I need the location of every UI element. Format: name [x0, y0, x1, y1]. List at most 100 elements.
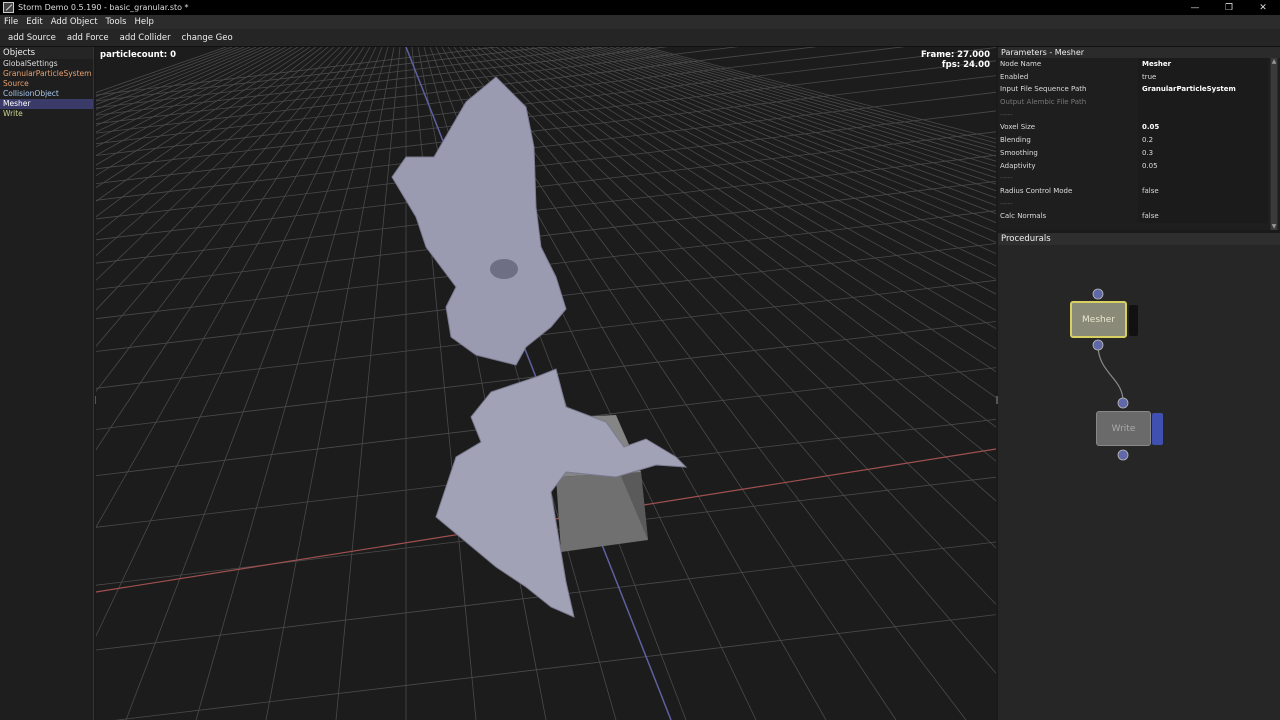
parameter-row: Node Name Mesher [998, 58, 1280, 71]
grid-line [96, 154, 996, 264]
parameter-name: ----- [998, 197, 1138, 211]
object-item-granularparticlesystem[interactable]: GranularParticleSystem [0, 69, 93, 79]
grid-line [96, 47, 251, 110]
parameter-name: Radius Control Mode [998, 184, 1138, 198]
parameter-value[interactable]: false [1138, 210, 1268, 223]
grid-line [96, 47, 341, 281]
grid-line [513, 47, 996, 330]
grid-line [265, 47, 395, 720]
restore-button[interactable]: ❐ [1212, 0, 1246, 15]
parameter-value[interactable]: false [1138, 184, 1268, 198]
parameter-value[interactable]: 0.05 [1138, 159, 1268, 173]
parameter-name: ----- [998, 172, 1138, 185]
parameter-row: ----- [998, 197, 1280, 211]
frame-readout: Frame: 27.000 [921, 50, 990, 60]
grid-line [96, 47, 739, 125]
write-input-port[interactable] [1117, 397, 1129, 409]
grid-line [567, 47, 996, 215]
grid-line [96, 47, 317, 202]
parameter-row: Enabled true [998, 70, 1280, 84]
object-item-globalsettings[interactable]: GlobalSettings [0, 59, 93, 69]
object-item-source[interactable]: Source [0, 79, 93, 89]
menu-edit[interactable]: Edit [25, 17, 43, 27]
node-graph-canvas [1092, 288, 1129, 461]
viewport-scene [96, 47, 996, 720]
grid-line [96, 91, 996, 201]
add-source-button[interactable]: add Source [4, 31, 60, 45]
grid-line [96, 60, 996, 170]
parameters-scrollbar[interactable]: ▲ ▼ [1270, 58, 1278, 230]
scroll-down-icon[interactable]: ▼ [1270, 223, 1278, 230]
parameter-name: Calc Normals [998, 210, 1138, 223]
menu-tools[interactable]: Tools [105, 17, 128, 27]
parameter-name: Output Alembic File Path [998, 96, 1138, 109]
close-button[interactable]: ✕ [1246, 0, 1280, 15]
object-item-collisionobject[interactable]: CollisionObject [0, 89, 93, 99]
grid-line [615, 47, 996, 162]
parameter-value[interactable]: 0.3 [1138, 146, 1268, 160]
write-flag[interactable] [1152, 413, 1163, 445]
mesher-input-port[interactable] [1092, 288, 1104, 300]
grid-line [483, 47, 996, 462]
mesh-cavity [490, 259, 518, 279]
window-title: Storm Demo 0.5.190 - basic_granular.sto … [18, 3, 189, 12]
parameter-name: Node Name [998, 58, 1138, 71]
3d-viewport[interactable]: particlecount: 0 Frame: 27.000 fps: 24.0… [96, 47, 996, 720]
menu-bar: File Edit Add Object Tools Help [0, 15, 1280, 29]
scrollbar-thumb[interactable] [1271, 58, 1277, 230]
parameter-value[interactable] [1138, 197, 1268, 211]
add-collider-button[interactable]: add Collider [116, 31, 175, 45]
menu-help[interactable]: Help [134, 17, 155, 27]
node-mesher[interactable]: Mesher [1070, 301, 1127, 338]
add-force-button[interactable]: add Force [63, 31, 113, 45]
change-geo-button[interactable]: change Geo [178, 31, 237, 45]
grid-line [96, 47, 245, 106]
object-item-write[interactable]: Write [0, 109, 93, 119]
parameter-name: Adaptivity [998, 159, 1138, 173]
menu-add-object[interactable]: Add Object [50, 17, 99, 27]
parameter-value[interactable]: Mesher [1138, 58, 1268, 71]
particlecount-readout: particlecount: 0 [100, 50, 177, 60]
fps-readout: fps: 24.00 [941, 60, 990, 70]
parameter-name: ----- [998, 108, 1138, 122]
parameter-value[interactable]: 0.05 [1138, 121, 1268, 135]
parameter-list: Node Name Mesher Enabled true Input File Seq… [998, 58, 1280, 223]
parameter-value[interactable] [1138, 172, 1268, 185]
app-logo-icon [3, 2, 14, 13]
parameter-name: Input File Sequence Path [998, 83, 1138, 97]
parameter-row: Blending 0.2 [998, 134, 1280, 147]
menu-file[interactable]: File [3, 17, 19, 27]
grid-line [519, 47, 996, 311]
grid-line [96, 47, 263, 121]
mesher-output-port[interactable] [1092, 339, 1104, 351]
grid-line [125, 47, 383, 720]
grid-line [543, 47, 996, 255]
parameter-value[interactable] [1138, 108, 1268, 122]
parameter-row: Radius Control Mode false [998, 184, 1280, 198]
parameter-name: Voxel Size [998, 121, 1138, 135]
procedurals-panel: Procedurals Mesher Write [998, 233, 1280, 720]
object-item-mesher[interactable]: Mesher [0, 99, 93, 109]
mesher-flag[interactable] [1129, 305, 1138, 336]
scroll-up-icon[interactable]: ▲ [1270, 58, 1278, 65]
write-output-port[interactable] [1117, 449, 1129, 461]
grid-line [96, 47, 329, 236]
grid-line [96, 47, 335, 257]
grid-line [579, 47, 996, 199]
parameters-header: Parameters - Mesher [998, 47, 1280, 58]
grid-line [621, 47, 996, 157]
minimize-button[interactable]: — [1178, 0, 1212, 15]
parameter-value[interactable]: 0.2 [1138, 134, 1268, 147]
grid-line [573, 47, 996, 206]
parameter-value[interactable]: GranularParticleSystem [1138, 83, 1268, 97]
parameter-value[interactable] [1138, 96, 1268, 109]
parameter-row: Output Alembic File Path [998, 96, 1280, 109]
parameter-value[interactable]: true [1138, 70, 1268, 84]
grid-line [96, 47, 323, 218]
node-write[interactable]: Write [1096, 411, 1151, 446]
upper-mesh-blob [391, 76, 567, 366]
node-connection-edge [1097, 344, 1124, 402]
parameter-row: Adaptivity 0.05 [998, 159, 1280, 173]
parameter-row: Input File Sequence Path GranularParticle… [998, 83, 1280, 97]
grid-line [639, 47, 996, 144]
